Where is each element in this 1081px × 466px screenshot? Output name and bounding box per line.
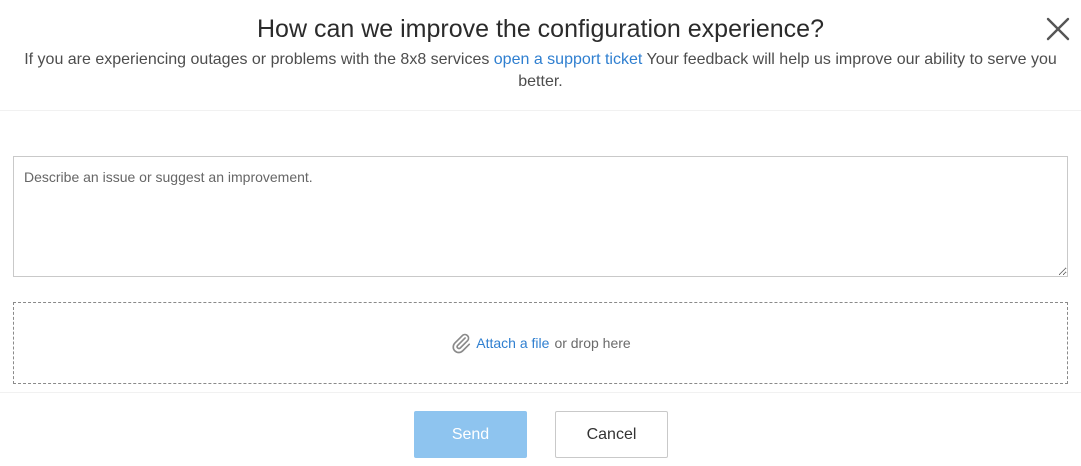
cancel-button[interactable]: Cancel xyxy=(555,411,668,458)
dialog-subtitle: If you are experiencing outages or probl… xyxy=(20,49,1061,93)
send-button[interactable]: Send xyxy=(414,411,527,458)
feedback-textarea[interactable] xyxy=(13,156,1068,277)
feedback-dialog: How can we improve the configuration exp… xyxy=(0,0,1081,466)
dialog-header: How can we improve the configuration exp… xyxy=(0,0,1081,111)
drop-here-text: or drop here xyxy=(554,335,631,351)
footer-divider xyxy=(0,392,1081,393)
feedback-field-container xyxy=(13,156,1068,277)
attach-file-link[interactable]: Attach a file xyxy=(476,335,549,351)
subtitle-text-before: If you are experiencing outages or probl… xyxy=(24,51,494,68)
support-ticket-link[interactable]: open a support ticket xyxy=(494,51,643,68)
dialog-title: How can we improve the configuration exp… xyxy=(257,15,824,43)
close-button[interactable] xyxy=(1044,15,1072,43)
file-dropzone[interactable]: Attach a file or drop here xyxy=(13,302,1068,384)
paperclip-icon xyxy=(450,332,472,354)
close-icon xyxy=(1046,17,1070,41)
